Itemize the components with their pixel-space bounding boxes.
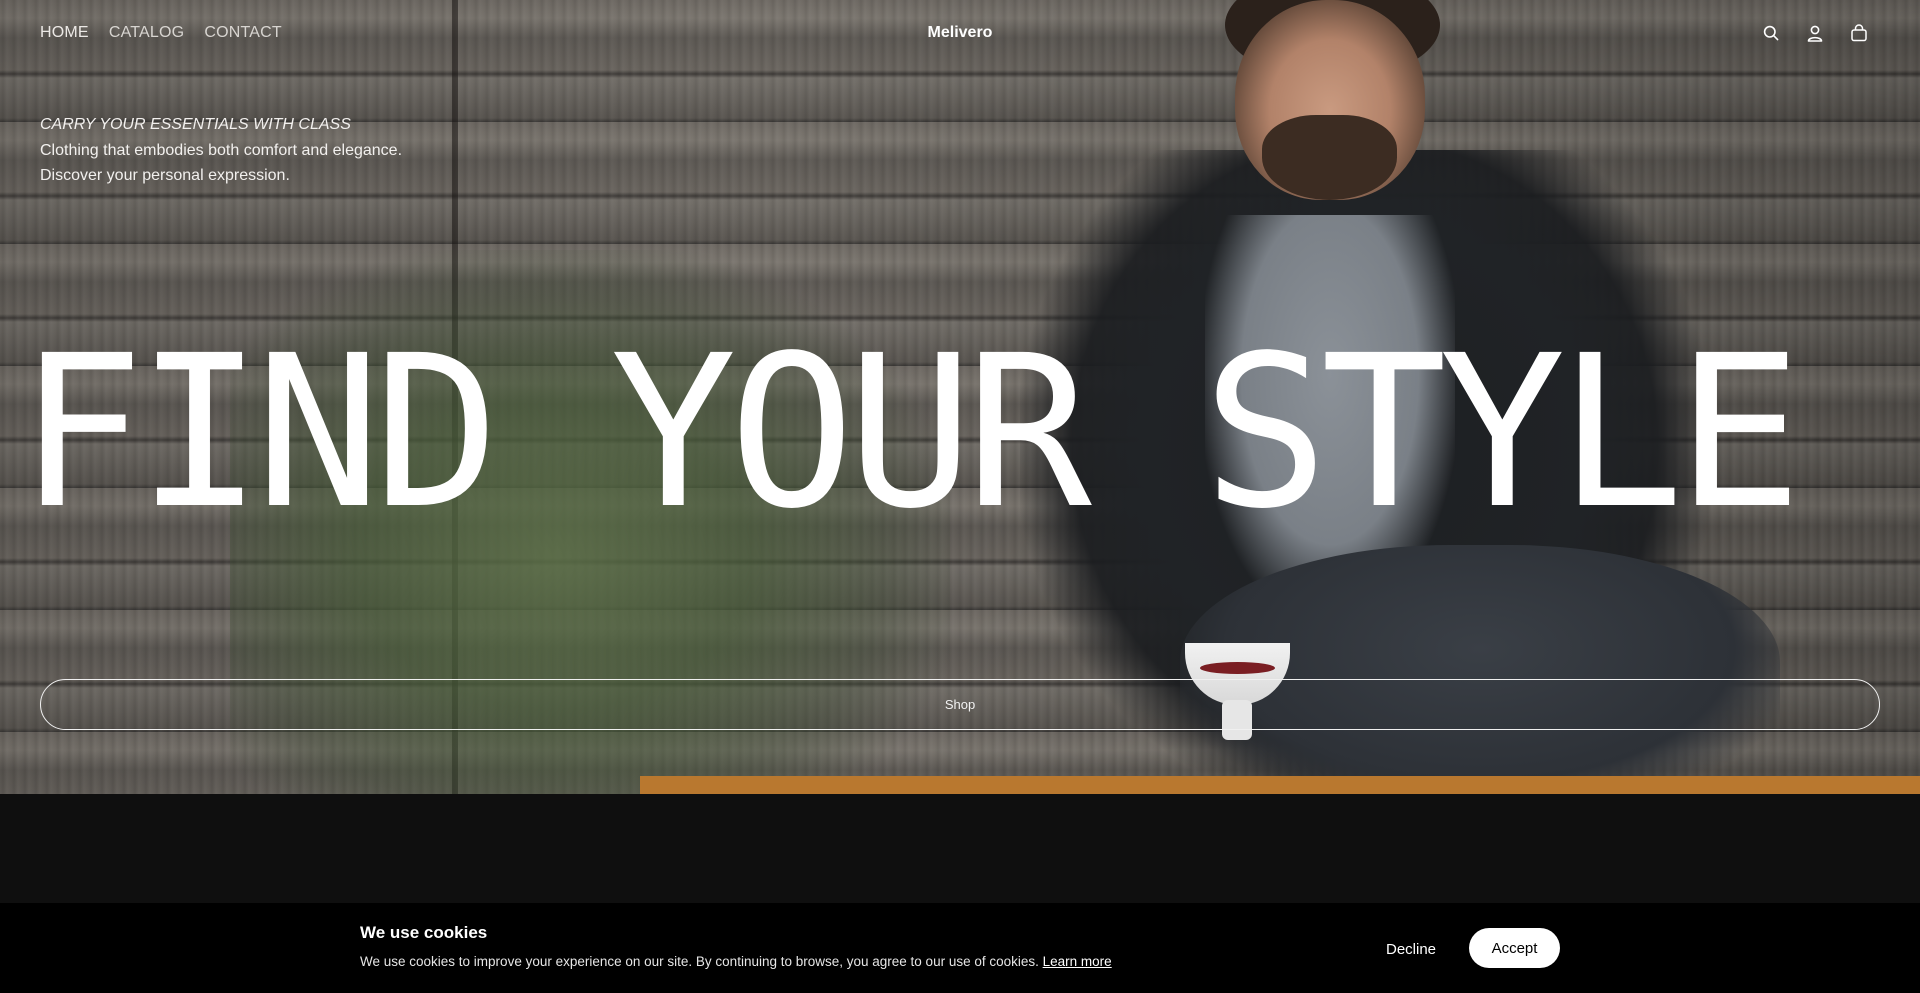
shop-button[interactable]: Shop [40,679,1880,730]
brand-logo[interactable]: Melivero [928,24,993,42]
top-navigation: HOME CATALOG CONTACT Melivero [0,0,1920,66]
hero-section: HOME CATALOG CONTACT Melivero CARRY YOUR… [0,0,1920,794]
cookie-banner-text: We use cookies to improve your experienc… [360,954,1112,969]
nav-link-catalog[interactable]: CATALOG [109,24,185,42]
hero-description-line-2: Discover your personal expression. [40,167,290,184]
learn-more-link[interactable]: Learn more [1043,954,1112,969]
tea-image [1200,662,1275,674]
account-icon[interactable] [1804,22,1826,44]
cookie-banner-title: We use cookies [360,923,488,942]
bench-image [640,776,1920,794]
hero-tagline: CARRY YOUR ESSENTIALS WITH CLASS Clothin… [40,112,402,189]
accept-button[interactable]: Accept [1469,928,1560,968]
decline-button[interactable]: Decline [1370,929,1452,969]
cart-icon[interactable] [1848,22,1870,44]
nav-link-home[interactable]: HOME [40,24,89,42]
person-beard-image [1262,115,1397,200]
nav-links: HOME CATALOG CONTACT [40,24,282,42]
hero-description-line-1: Clothing that embodies both comfort and … [40,141,403,159]
hero-headline: FIND YOUR STYLE [18,310,1802,555]
cookie-banner: We use cookies We use cookies to improve… [0,903,1920,993]
cookie-banner-message: We use cookies to improve your experienc… [360,954,1039,969]
section-divider-band [0,794,1920,904]
hero-eyebrow: CARRY YOUR ESSENTIALS WITH CLASS [40,116,351,133]
nav-icons [1760,22,1870,44]
nav-link-contact[interactable]: CONTACT [204,24,282,42]
search-icon[interactable] [1760,22,1782,44]
